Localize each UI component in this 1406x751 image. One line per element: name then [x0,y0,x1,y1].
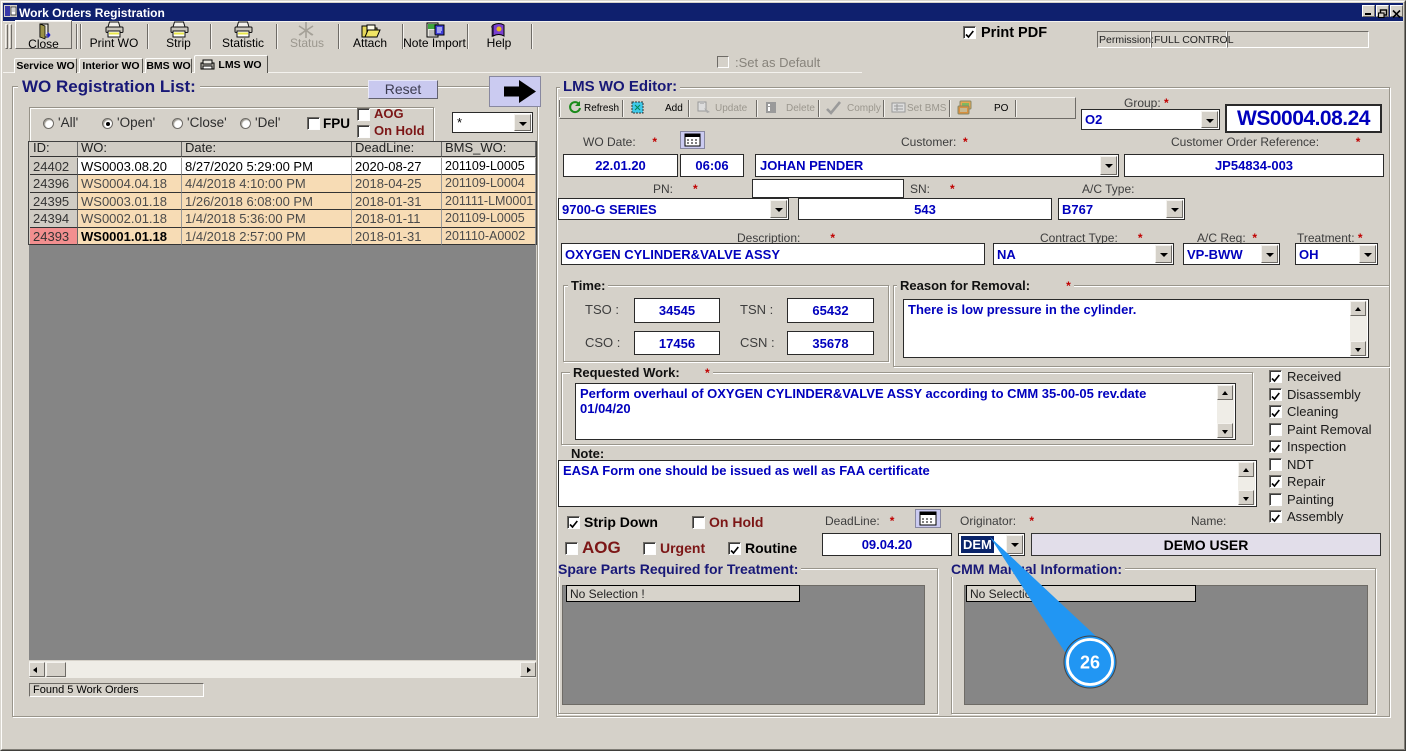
svg-text:26: 26 [1080,653,1100,673]
